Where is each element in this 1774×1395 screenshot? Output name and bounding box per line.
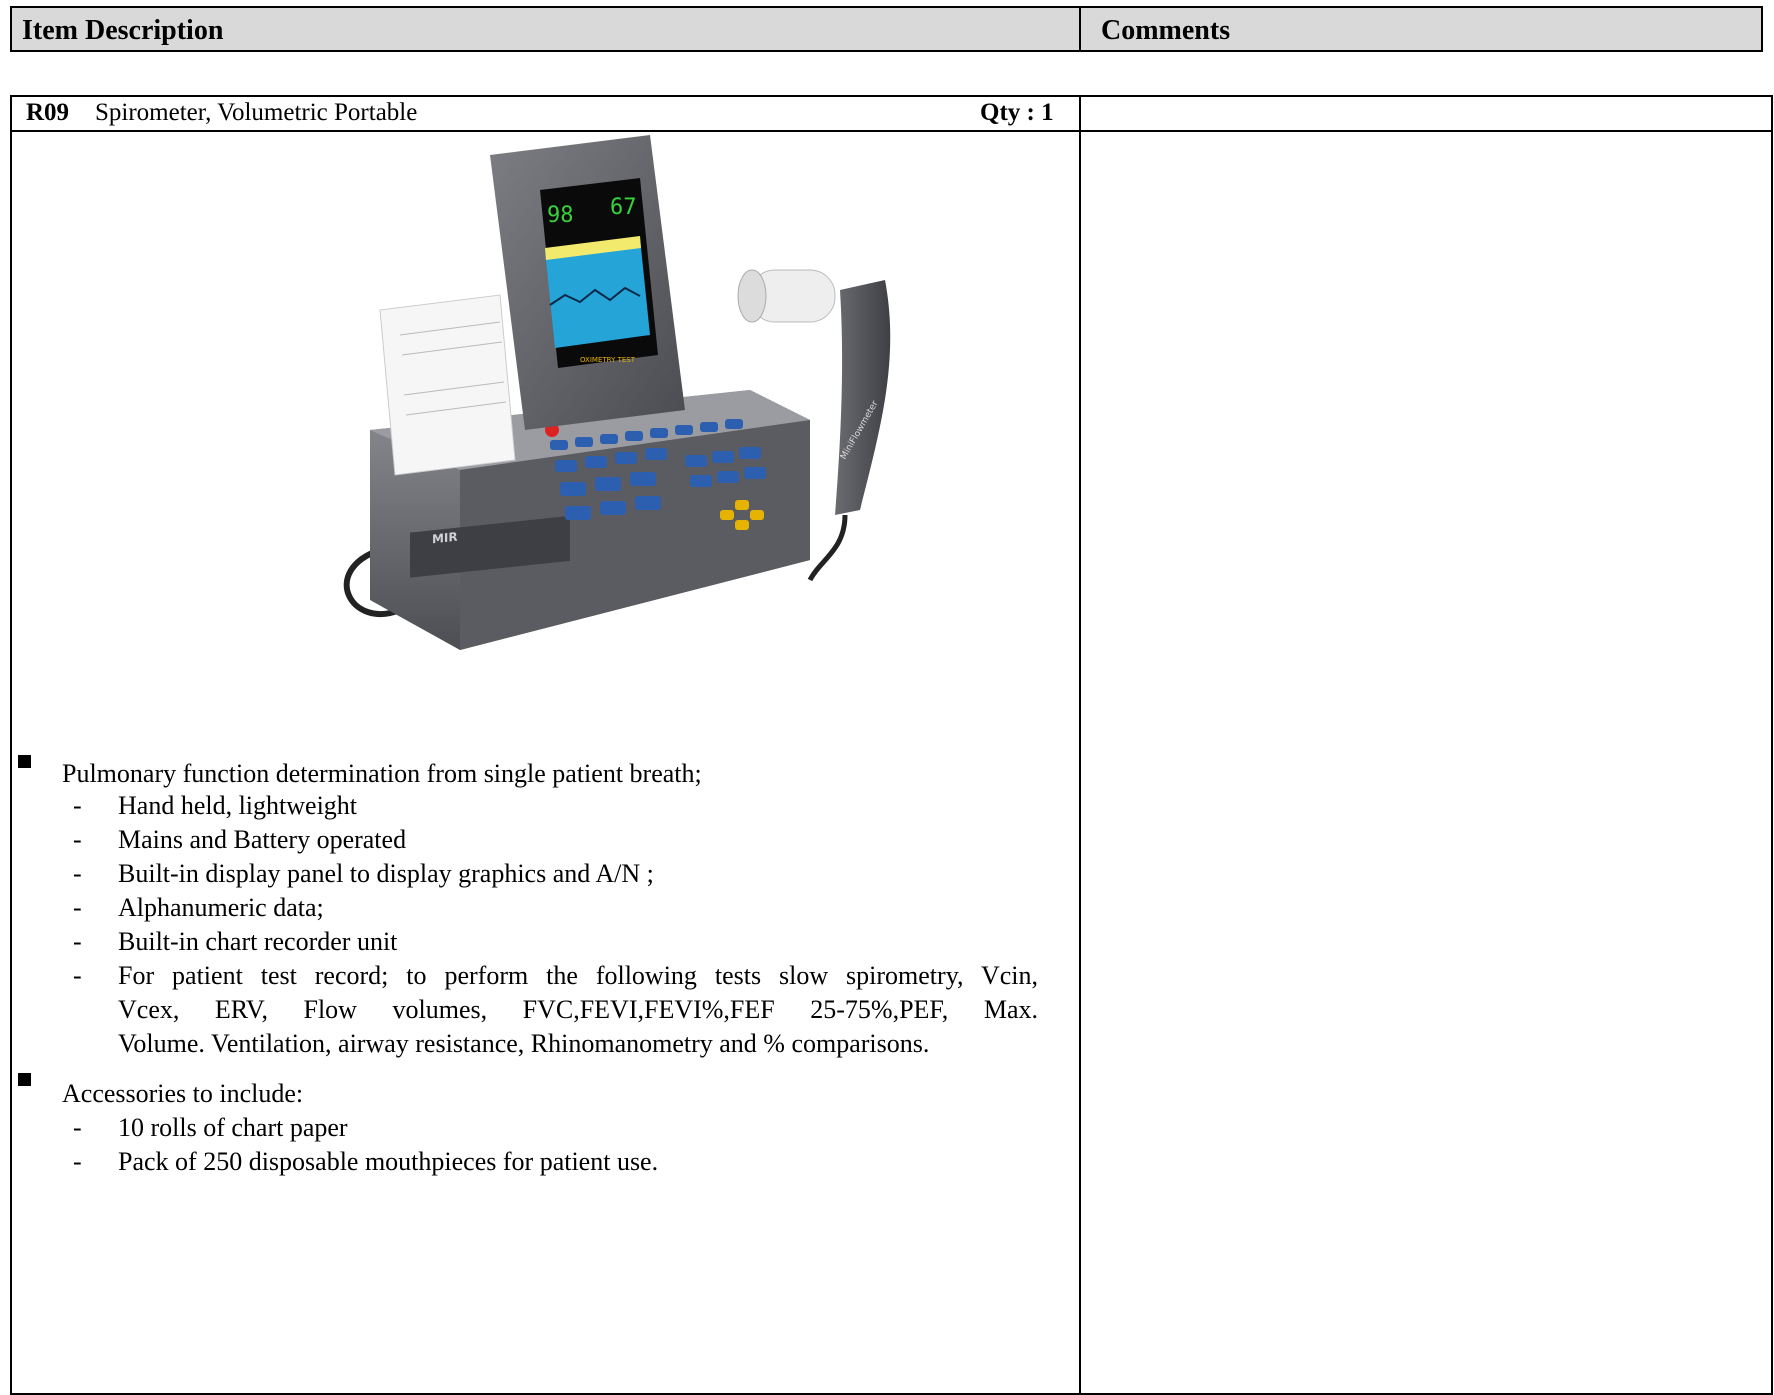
accessory-item: 10 rolls of chart paper xyxy=(118,1113,348,1142)
spirometer-photo: MIR 98 67 OXIMETRY TEST MiniFlowmeter xyxy=(343,135,891,650)
dash: - xyxy=(73,825,82,854)
bullet-square xyxy=(18,755,31,768)
item-code: R09 xyxy=(26,99,70,126)
feature-item: For patient test record; to perform the … xyxy=(118,961,1038,990)
device-brand-label: MIR xyxy=(432,530,458,547)
header-table: Item Description Comments xyxy=(10,6,1763,52)
column-divider xyxy=(1079,97,1081,1393)
features-heading: Pulmonary function determination from si… xyxy=(62,759,702,788)
header-item-description: Item Description xyxy=(22,15,224,46)
dash: - xyxy=(73,961,82,990)
accessory-item: Pack of 250 disposable mouthpieces for p… xyxy=(118,1147,659,1176)
dash: - xyxy=(73,791,82,820)
dash: - xyxy=(73,1113,82,1142)
feature-item: Mains and Battery operated xyxy=(118,825,407,854)
accessories-heading: Accessories to include: xyxy=(62,1079,304,1108)
feature-item: Built-in chart recorder unit xyxy=(118,927,398,956)
feature-item: Hand held, lightweight xyxy=(118,791,358,820)
dash: - xyxy=(73,927,82,956)
header-col-item: Item Description xyxy=(12,8,1081,50)
spo2-readout: 98 xyxy=(547,203,574,228)
dash: - xyxy=(73,893,82,922)
heart-rate-readout: 67 xyxy=(610,195,637,220)
item-qty: Qty : 1 xyxy=(980,99,1054,126)
dash: - xyxy=(73,1147,82,1176)
feature-item-continued: Vcex, ERV, Flow volumes, FVC,FEVI,FEVI%,… xyxy=(118,995,1038,1024)
dash: - xyxy=(73,859,82,888)
feature-item-continued: Volume. Ventilation, airway resistance, … xyxy=(118,1029,930,1058)
feature-item: Built-in display panel to display graphi… xyxy=(118,859,654,888)
feature-item: Alphanumeric data; xyxy=(118,893,324,922)
screen-caption: OXIMETRY TEST xyxy=(580,356,636,364)
item-name: Spirometer, Volumetric Portable xyxy=(95,99,418,126)
bullet-square xyxy=(18,1073,31,1086)
header-comments: Comments xyxy=(1101,15,1231,46)
